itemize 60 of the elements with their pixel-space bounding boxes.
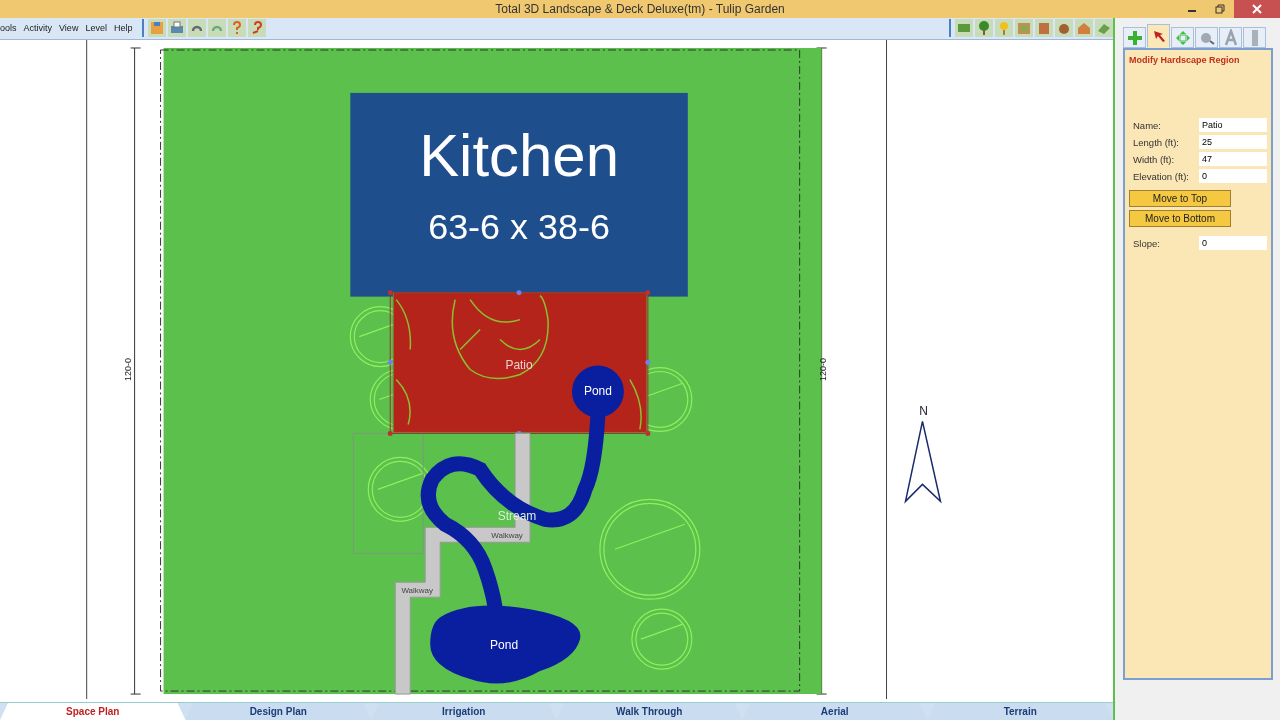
bookmark-icon	[1251, 29, 1258, 46]
menu-item[interactable]: View	[59, 23, 79, 34]
view-tab[interactable]: Design Plan	[185, 703, 371, 720]
menu-item[interactable]: Activity	[23, 23, 53, 34]
stream-label: Stream	[497, 509, 537, 524]
input-field[interactable]: 25	[1199, 135, 1267, 149]
rock-icon[interactable]	[1055, 19, 1073, 38]
printer-icon[interactable]	[168, 19, 187, 38]
input-field[interactable]: 47	[1199, 152, 1267, 166]
plan-icon[interactable]	[955, 19, 973, 38]
tool-tab[interactable]	[1219, 27, 1242, 48]
view-tab[interactable]: Irrigation	[371, 703, 557, 720]
input-field[interactable]: 0	[1199, 169, 1267, 183]
field-label: Elevation (ft):	[1133, 170, 1190, 182]
close-button[interactable]	[1234, 0, 1280, 18]
tool-tab[interactable]	[1147, 24, 1170, 48]
tree-icon[interactable]	[975, 19, 993, 38]
lamp-icon[interactable]	[995, 19, 1013, 38]
north-label: N	[919, 404, 928, 419]
building-icon[interactable]	[1015, 19, 1033, 38]
save-icon[interactable]	[148, 19, 167, 38]
view-tab[interactable]: Terrain	[927, 703, 1113, 720]
help-pointer-icon[interactable]	[248, 19, 267, 38]
patio-label: Patio	[505, 357, 533, 372]
shed-icon[interactable]	[1075, 19, 1093, 38]
menu-item[interactable]: ools	[0, 23, 17, 34]
walkway-label: Walkway	[401, 586, 433, 596]
field-label: Slope:	[1133, 237, 1161, 249]
panel-button[interactable]: Move to Top	[1129, 190, 1231, 207]
plus-icon	[1125, 28, 1144, 47]
north-arrow-icon	[904, 420, 942, 504]
input-field[interactable]: Patio	[1199, 118, 1267, 132]
field-label: Length (ft):	[1133, 136, 1180, 148]
dimension-label: 120-0	[817, 358, 828, 381]
pond-label: Pond	[490, 638, 519, 653]
tool-tab[interactable]	[1123, 27, 1146, 48]
tool-tab[interactable]	[1195, 27, 1218, 48]
window-title: Total 3D Landscape & Deck Deluxe(tm) - Tulip Garden	[495, 2, 785, 16]
walkway-label: Walkway	[491, 531, 523, 541]
house-name: Kitchen	[419, 121, 619, 189]
tree-symbol	[631, 608, 693, 670]
box-icon[interactable]	[1035, 19, 1053, 38]
input-field[interactable]: 0	[1199, 236, 1267, 250]
view-tab[interactable]: Aerial	[742, 703, 928, 720]
house-size: 63-6 x 38-6	[428, 205, 610, 247]
restore-icon	[1215, 4, 1225, 14]
pond-shape	[572, 365, 624, 418]
view-tab[interactable]: Space Plan	[0, 703, 186, 720]
menu-item[interactable]: Level	[85, 23, 107, 34]
field-label: Name:	[1133, 119, 1162, 131]
close-icon	[1252, 4, 1262, 14]
dimension-label: 120-0	[122, 358, 133, 381]
deck-icon[interactable]	[1095, 19, 1113, 38]
panel-button[interactable]: Move to Bottom	[1129, 210, 1231, 227]
pond-label: Pond	[583, 384, 612, 399]
field-label: Width (ft):	[1133, 153, 1176, 165]
panel-heading: Modify Hardscape Region	[1129, 55, 1241, 65]
help-icon[interactable]	[228, 19, 247, 38]
view-tab[interactable]: Walk Through	[556, 703, 742, 720]
menu-item[interactable]: Help	[113, 23, 133, 34]
